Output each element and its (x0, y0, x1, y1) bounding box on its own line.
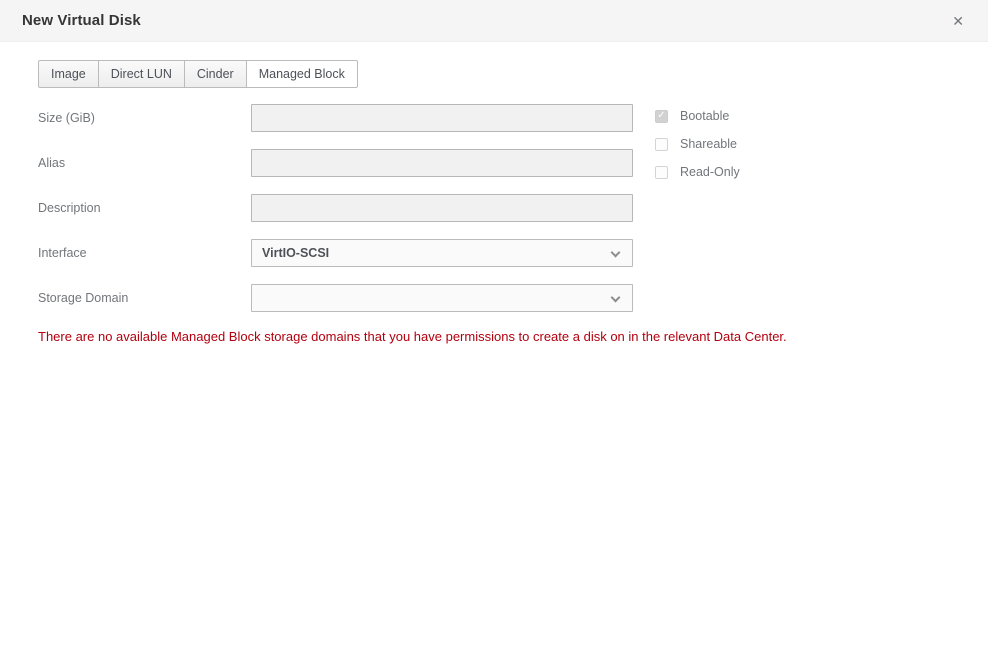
tab-cinder[interactable]: Cinder (184, 60, 247, 88)
dialog-header: New Virtual Disk ✕ (0, 0, 988, 42)
shareable-label: Shareable (680, 137, 737, 151)
storage-domain-select[interactable] (251, 284, 633, 312)
read-only-checkbox[interactable] (655, 166, 668, 179)
bootable-checkbox: ✓ (655, 110, 668, 123)
dialog-title: New Virtual Disk (22, 12, 141, 29)
interface-select[interactable]: VirtIO-SCSI (251, 239, 633, 267)
alias-row: Alias (38, 149, 950, 177)
check-icon: ✓ (657, 111, 665, 121)
read-only-label: Read-Only (680, 165, 740, 179)
new-disk-form: Size (GiB) Alias Description Interface V… (38, 104, 950, 312)
storage-domain-row: Storage Domain (38, 284, 950, 312)
size-label: Size (GiB) (38, 111, 251, 125)
description-row: Description (38, 194, 950, 222)
storage-domain-label: Storage Domain (38, 291, 251, 305)
bootable-label: Bootable (680, 109, 729, 123)
close-icon[interactable]: ✕ (950, 12, 966, 30)
tab-managed-block[interactable]: Managed Block (246, 60, 358, 88)
shareable-checkbox[interactable] (655, 138, 668, 151)
interface-row: Interface VirtIO-SCSI (38, 239, 950, 267)
read-only-option: Read-Only (655, 165, 740, 179)
dialog-body: Image Direct LUN Cinder Managed Block Si… (0, 43, 988, 656)
shareable-option: Shareable (655, 137, 740, 151)
description-input[interactable] (251, 194, 633, 222)
disk-type-tab-group: Image Direct LUN Cinder Managed Block (38, 60, 358, 88)
interface-select-value: VirtIO-SCSI (262, 246, 329, 260)
bootable-option: ✓ Bootable (655, 109, 740, 123)
alias-label: Alias (38, 156, 251, 170)
size-input[interactable] (251, 104, 633, 132)
error-message: There are no available Managed Block sto… (38, 329, 950, 344)
description-label: Description (38, 201, 251, 215)
tab-image[interactable]: Image (38, 60, 99, 88)
alias-input[interactable] (251, 149, 633, 177)
interface-label: Interface (38, 246, 251, 260)
size-row: Size (GiB) (38, 104, 950, 132)
chevron-down-icon (611, 293, 621, 303)
chevron-down-icon (611, 248, 621, 258)
disk-options-column: ✓ Bootable Shareable Read-Only (655, 109, 740, 193)
tab-direct-lun[interactable]: Direct LUN (98, 60, 185, 88)
